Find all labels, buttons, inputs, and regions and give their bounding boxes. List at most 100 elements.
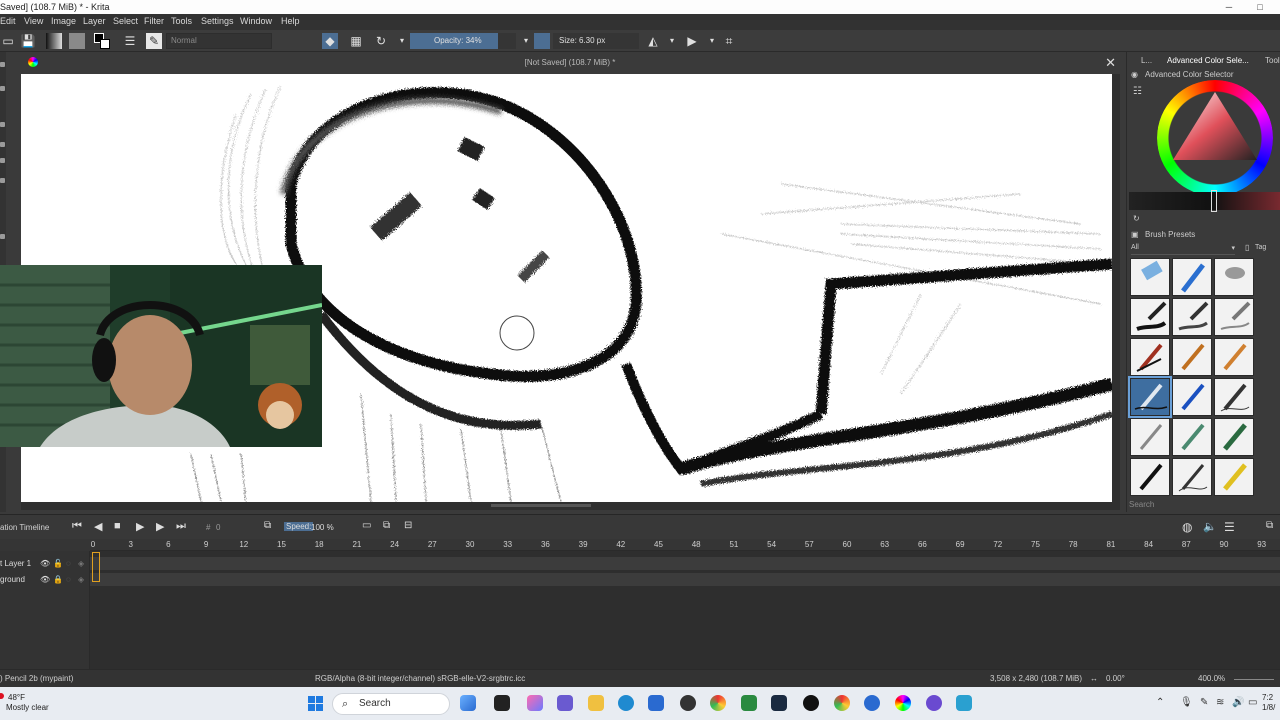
tool-icon[interactable] bbox=[0, 86, 5, 91]
widget-app-icon[interactable] bbox=[460, 695, 476, 711]
teams-icon[interactable] bbox=[557, 695, 573, 711]
refresh-icon[interactable]: ↻ bbox=[1133, 214, 1140, 223]
last-frame-icon[interactable]: ⏭ bbox=[176, 520, 186, 533]
windows-start-icon[interactable] bbox=[308, 696, 324, 712]
brush-preset[interactable] bbox=[1172, 418, 1212, 456]
color-selector-settings-icon[interactable]: ☷ bbox=[1133, 86, 1142, 97]
copilot-icon[interactable] bbox=[527, 695, 543, 711]
menu-select[interactable]: Select bbox=[113, 16, 138, 26]
chrome-profile-icon[interactable] bbox=[834, 695, 850, 711]
mirror-horizontal-icon[interactable]: ◭ bbox=[645, 33, 661, 49]
wrap-around-icon[interactable]: ⌗ bbox=[721, 33, 737, 49]
brush-preset[interactable] bbox=[1214, 418, 1254, 456]
excel-icon[interactable] bbox=[741, 695, 757, 711]
brush-preset[interactable] bbox=[1172, 458, 1212, 496]
krita-taskbar-icon[interactable] bbox=[895, 695, 911, 711]
brush-preset[interactable] bbox=[1172, 298, 1212, 336]
scroll-thumb[interactable] bbox=[491, 504, 591, 507]
color-wheel[interactable] bbox=[1157, 80, 1273, 196]
lock-icon[interactable]: 🔒 bbox=[53, 573, 63, 587]
onion-toggle-icon[interactable]: ◌ bbox=[66, 557, 71, 571]
brush-preset[interactable] bbox=[1214, 378, 1254, 416]
close-icon[interactable]: ✕ bbox=[1105, 55, 1116, 71]
tray-chevron-icon[interactable]: ⌃ bbox=[1156, 697, 1164, 708]
brush-preset-selected[interactable] bbox=[1128, 376, 1172, 418]
timeline-layer-row[interactable]: ground 👁 🔒 ◌ ◈ bbox=[0, 573, 90, 587]
color-strip[interactable] bbox=[1129, 192, 1280, 210]
eye-icon[interactable]: 👁 bbox=[40, 573, 50, 587]
tab-tool-options[interactable]: Tool bbox=[1265, 56, 1280, 65]
store-icon[interactable] bbox=[648, 695, 664, 711]
menu-help[interactable]: Help bbox=[281, 16, 300, 26]
system-clock[interactable]: 7:2 1/8/ bbox=[1262, 693, 1275, 713]
next-frame-icon[interactable]: ▶ bbox=[156, 520, 164, 533]
menu-view[interactable]: View bbox=[24, 16, 43, 26]
brush-preset[interactable] bbox=[1214, 338, 1254, 376]
drop-frames-icon[interactable]: ⧉ bbox=[264, 520, 271, 531]
menu-layer[interactable]: Layer bbox=[83, 16, 106, 26]
mirror-v-dropdown-icon[interactable]: ▾ bbox=[704, 33, 720, 49]
opacity-slider[interactable]: Opacity: 34% bbox=[410, 33, 516, 49]
timeline-menu-icon[interactable]: ☰ bbox=[1224, 520, 1235, 534]
timeline-layer-row[interactable]: t Layer 1 👁 🔓 ◌ ◈ bbox=[0, 557, 90, 571]
brush-settings-icon[interactable]: ☰ bbox=[122, 33, 138, 49]
opacity-dropdown-icon[interactable]: ▾ bbox=[518, 33, 534, 49]
prev-frame-icon[interactable]: ◀ bbox=[94, 520, 102, 533]
microphone-icon[interactable]: 🎙 bbox=[1180, 697, 1193, 708]
onion-skin-icon[interactable]: ◍ bbox=[1182, 520, 1192, 534]
add-frame-icon[interactable]: ▭ bbox=[362, 520, 371, 531]
gradient-icon[interactable] bbox=[46, 33, 62, 49]
pin-icon[interactable]: ◈ bbox=[78, 573, 84, 587]
rotation-icon[interactable]: ↔ bbox=[1090, 674, 1098, 683]
alpha-lock-icon[interactable]: ▦ bbox=[348, 33, 364, 49]
brush-preset[interactable] bbox=[1130, 338, 1170, 376]
audio-icon[interactable]: 🔈 bbox=[1203, 520, 1217, 533]
menu-window[interactable]: Window bbox=[240, 16, 272, 26]
tool-icon[interactable] bbox=[0, 122, 5, 127]
taskbar-search[interactable]: ⌕ Search bbox=[332, 693, 450, 715]
brush-preset[interactable] bbox=[1130, 258, 1170, 296]
eraser-mode-icon[interactable]: ◆ bbox=[322, 33, 338, 49]
size-slider[interactable]: Size: 6.30 px bbox=[553, 33, 639, 49]
tool-icon[interactable] bbox=[0, 62, 5, 67]
volume-icon[interactable]: 🔊 bbox=[1232, 697, 1244, 708]
edge-icon[interactable] bbox=[618, 695, 634, 711]
mirror-h-dropdown-icon[interactable]: ▾ bbox=[664, 33, 680, 49]
brush-search-input[interactable]: Search bbox=[1129, 500, 1154, 509]
minimize-icon[interactable]: ─ bbox=[1214, 0, 1244, 14]
reload-dropdown-icon[interactable]: ▾ bbox=[394, 33, 410, 49]
app-icon[interactable] bbox=[864, 695, 880, 711]
brush-preset[interactable] bbox=[1214, 458, 1254, 496]
eye-icon[interactable]: 👁 bbox=[40, 557, 50, 571]
file-icon[interactable]: ▭ bbox=[0, 33, 16, 49]
file-explorer-icon[interactable] bbox=[588, 695, 604, 711]
frame-lane[interactable] bbox=[90, 557, 1280, 571]
zoom-slider[interactable] bbox=[1234, 679, 1274, 680]
fg-bg-color-icon[interactable] bbox=[94, 33, 110, 49]
brush-preset[interactable] bbox=[1172, 338, 1212, 376]
stop-icon[interactable]: ■ bbox=[114, 520, 121, 532]
timeline-frames[interactable] bbox=[90, 551, 1280, 670]
tab-advanced-color-selector[interactable]: Advanced Color Sele... bbox=[1167, 56, 1249, 65]
blend-mode-select[interactable]: Normal bbox=[166, 33, 272, 49]
tab-layers[interactable]: L... bbox=[1141, 56, 1152, 65]
brush-preset[interactable] bbox=[1130, 458, 1170, 496]
pin-icon[interactable]: ◈ bbox=[78, 557, 84, 571]
menu-edit[interactable]: Edit bbox=[0, 16, 16, 26]
weather-widget[interactable]: 48°F Mostly clear bbox=[0, 693, 49, 713]
tool-icon[interactable] bbox=[0, 158, 5, 163]
tag-icon[interactable]: ▯ bbox=[1245, 243, 1249, 252]
brush-preset[interactable] bbox=[1172, 258, 1212, 296]
steam-icon[interactable] bbox=[771, 695, 787, 711]
brush-preset[interactable] bbox=[1130, 298, 1170, 336]
reload-preset-icon[interactable]: ↻ bbox=[373, 33, 389, 49]
maximize-icon[interactable]: □ bbox=[1245, 0, 1275, 14]
current-frame-field[interactable]: 0 bbox=[216, 523, 220, 532]
tag-label[interactable]: Tag bbox=[1255, 244, 1266, 251]
pattern-icon[interactable] bbox=[69, 33, 85, 49]
tool-icon[interactable] bbox=[0, 142, 5, 147]
battery-icon[interactable]: ▭ bbox=[1248, 697, 1257, 708]
menu-settings[interactable]: Settings bbox=[201, 16, 234, 26]
app-icon[interactable] bbox=[803, 695, 819, 711]
tool-icon[interactable] bbox=[0, 178, 5, 183]
